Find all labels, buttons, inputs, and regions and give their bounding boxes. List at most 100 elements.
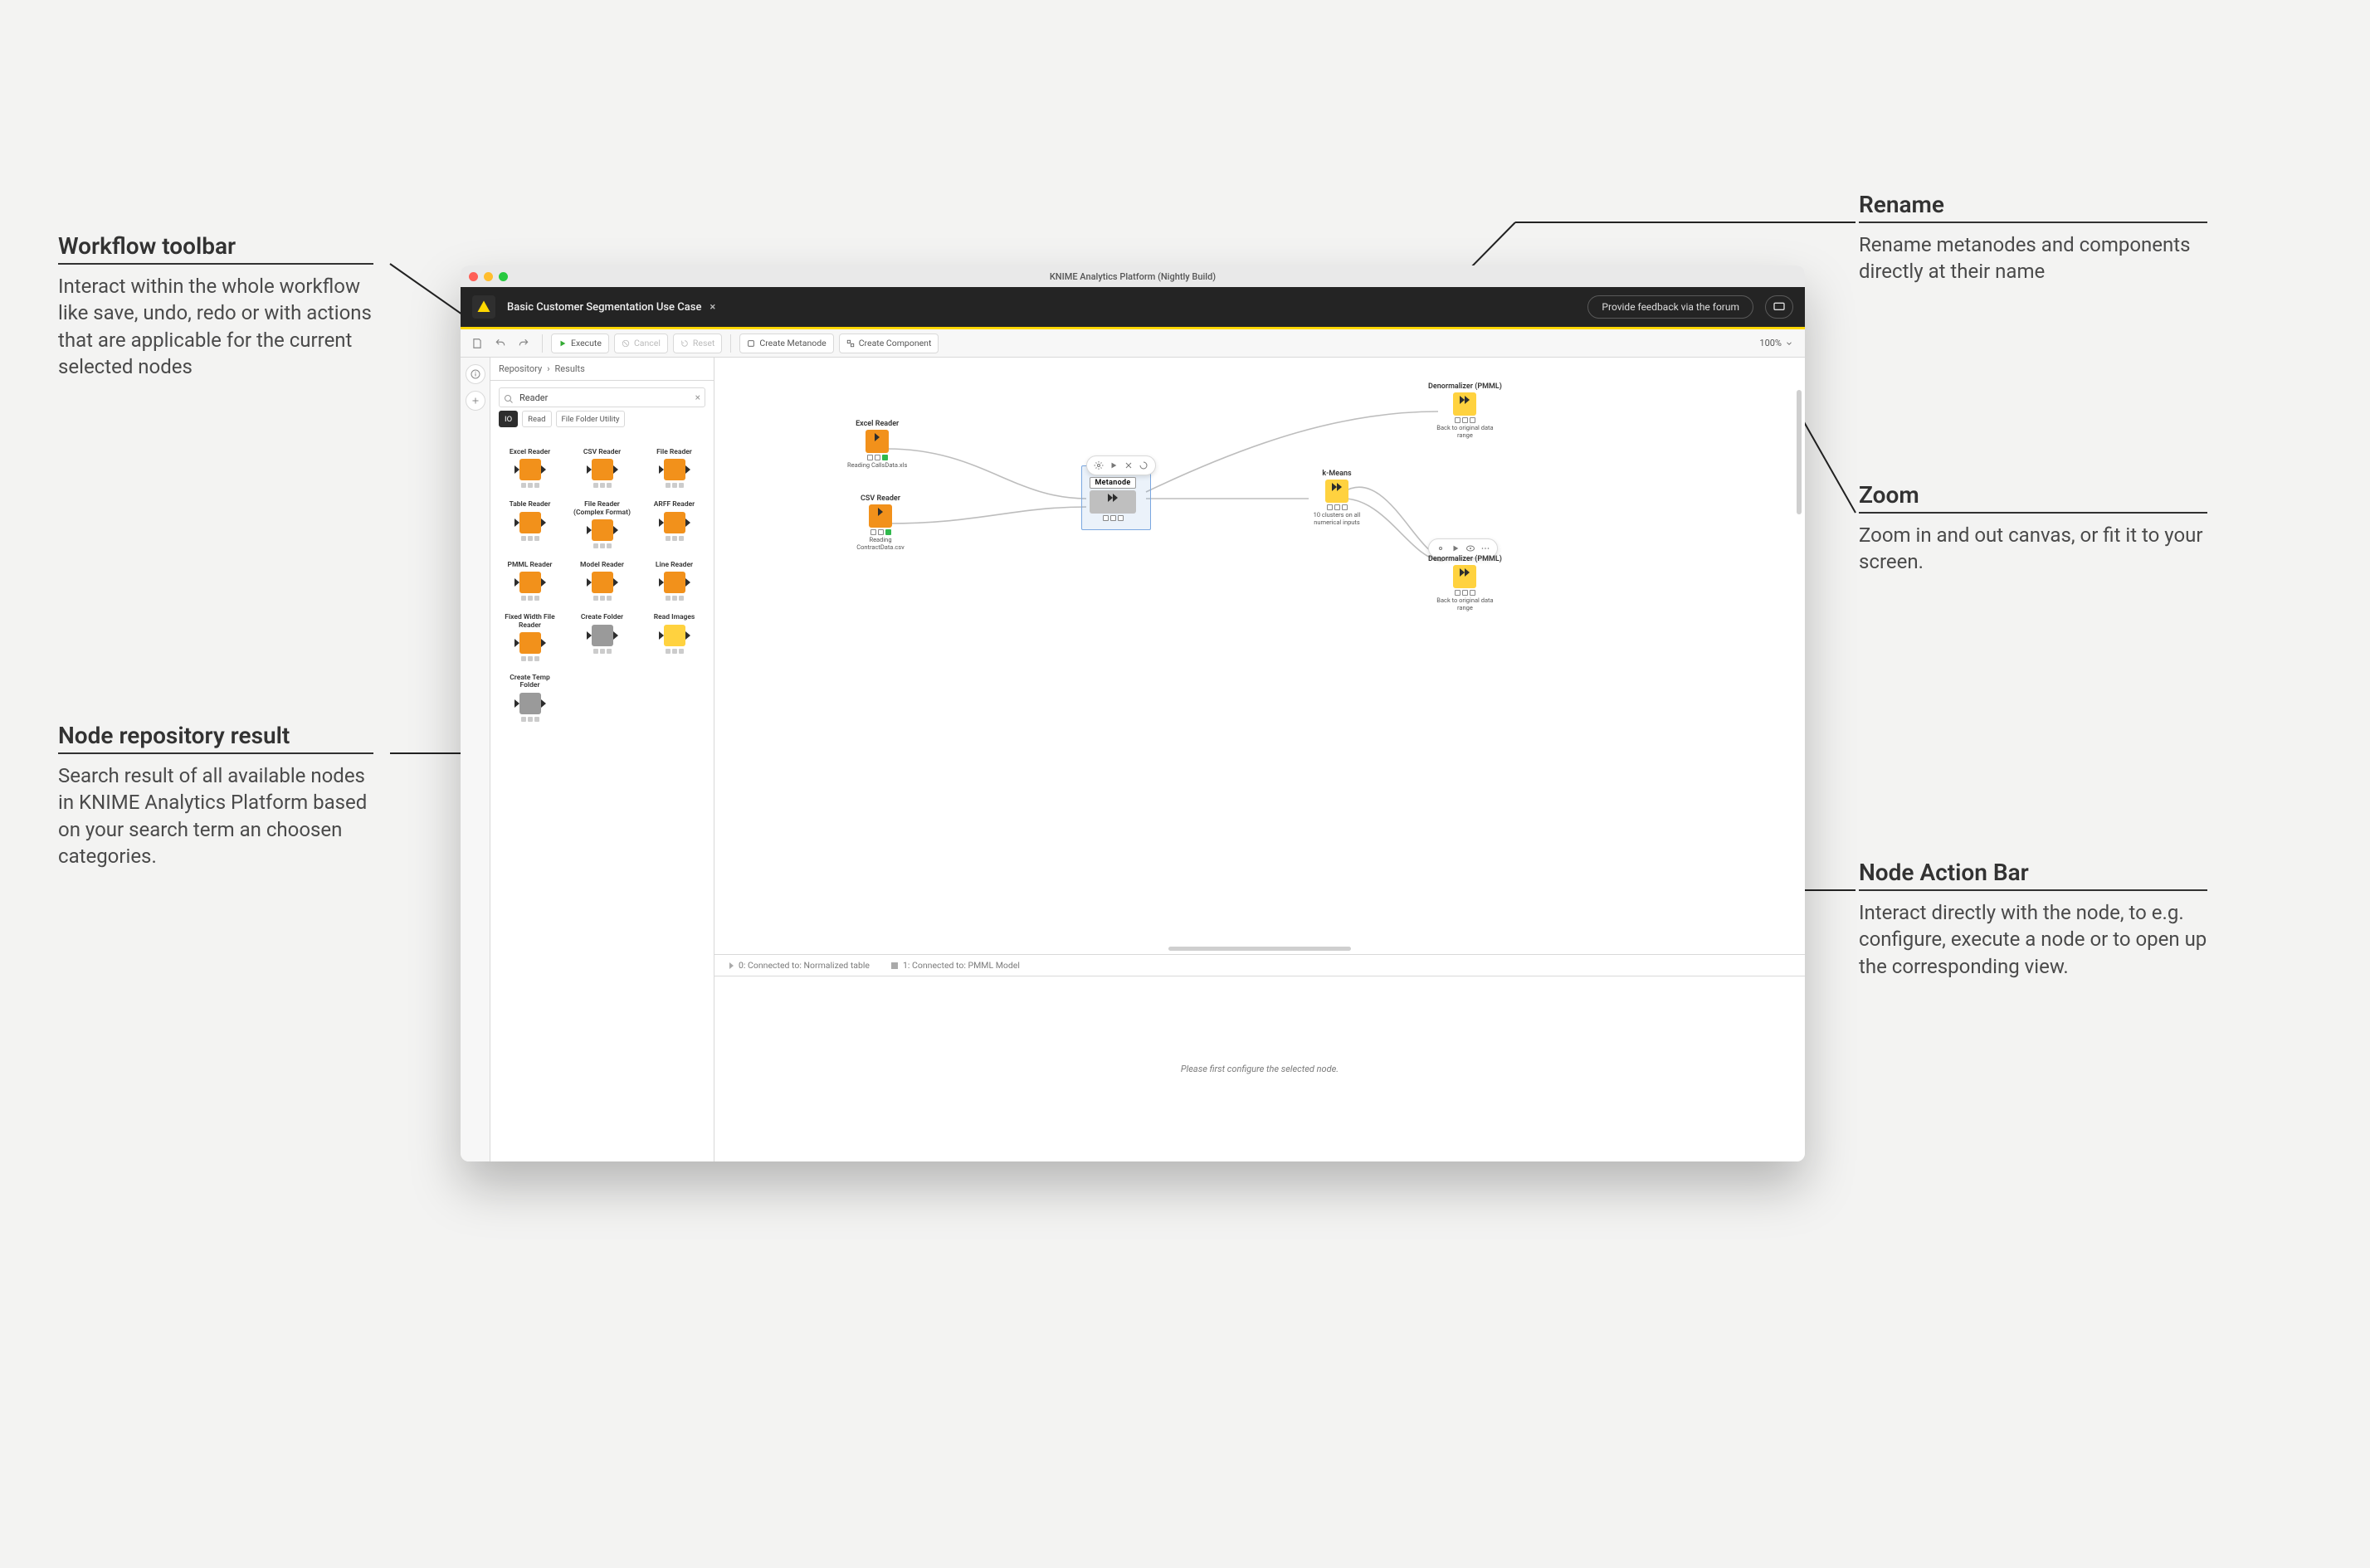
zoom-control[interactable]: 100% [1754,338,1798,348]
callout-body: Rename metanodes and components directly… [1859,231,2207,285]
action-configure[interactable] [1434,542,1447,555]
metanode-name-chip[interactable]: Metanode [1090,477,1135,489]
output-port[interactable] [875,433,880,441]
node-subtitle: 10 clusters on all numerical inputs [1304,512,1370,526]
repo-search-input[interactable] [499,387,705,407]
workflow-tab[interactable]: Basic Customer Segmentation Use Case × [507,301,715,314]
action-open-view[interactable] [1464,542,1477,555]
component-icon [846,339,855,348]
node-repository-panel: Repository › Results × IOReadFile Folder… [490,358,714,1161]
output-port[interactable] [1465,396,1470,404]
repo-node-status [521,483,539,488]
create-metanode-button[interactable]: Create Metanode [739,334,833,353]
breadcrumb-root[interactable]: Repository [499,363,542,374]
repo-node[interactable]: Create Temp Folder [495,674,564,722]
output-port[interactable] [1465,568,1470,577]
workflow-canvas[interactable]: Excel Reader Reading CallsData.xls CSV R… [714,358,1805,954]
port-tab-0[interactable]: 0: Connected to: Normalized table [729,960,870,971]
output-port [613,526,618,534]
canvas-node-metanode[interactable]: Metanode [1090,477,1136,521]
repo-node[interactable]: Read Images [640,614,709,661]
search-icon [504,392,514,407]
input-port [587,465,592,474]
repo-node-body [592,572,613,593]
action-execute[interactable] [1107,459,1120,472]
canvas-node-kmeans[interactable]: k-Means 10 clusters on all numerical inp… [1304,470,1370,526]
metanode-icon [747,339,755,348]
repo-node-name: Model Reader [580,562,624,569]
repo-node[interactable]: Fixed Width File Reader [495,614,564,661]
play-icon [558,339,567,348]
output-ports-panel: 0: Connected to: Normalized table 1: Con… [714,954,1805,1161]
node-body [1090,490,1136,514]
repo-node[interactable]: Excel Reader [495,449,564,488]
repo-node-status [593,596,612,601]
action-configure[interactable] [1092,459,1105,472]
port-tab-1-label: 1: Connected to: PMML Model [903,960,1020,971]
input-port [587,631,592,640]
output-port [541,519,546,527]
rail-add-button[interactable] [466,391,485,411]
reset-label: Reset [693,338,714,348]
input-port [659,519,664,527]
ports-tabs: 0: Connected to: Normalized table 1: Con… [714,955,1805,976]
repo-node[interactable]: Create Folder [568,614,636,661]
workflow-tab-close[interactable]: × [710,301,715,314]
left-rail [461,358,490,1161]
canvas-node-csv-reader[interactable]: CSV Reader Reading ContractData.csv [847,494,914,551]
output-port[interactable] [1337,483,1342,491]
action-more[interactable] [1479,542,1492,555]
output-port[interactable] [878,508,883,516]
canvas-node-denorm-bottom[interactable]: Denormalizer (PMML) Back to original dat… [1428,555,1502,611]
repo-node[interactable]: Model Reader [568,562,636,601]
repo-node-status [666,483,684,488]
repo-node[interactable]: Line Reader [640,562,709,601]
input-port [587,578,592,587]
clear-search-button[interactable]: × [695,392,700,403]
repo-tag[interactable]: Read [522,411,551,427]
node-title: CSV Reader [861,494,900,503]
canvas-node-excel-reader[interactable]: Excel Reader Reading CallsData.xls [847,420,907,470]
feedback-button-label: Provide feedback via the forum [1602,301,1739,313]
titlebar: KNIME Analytics Platform (Nightly Build) [461,265,1805,287]
repo-node[interactable]: PMML Reader [495,562,564,601]
canvas-node-denorm-top[interactable]: Denormalizer (PMML) Back to original dat… [1428,382,1502,439]
repo-node[interactable]: ARFF Reader [640,501,709,548]
output-port [541,465,546,474]
repo-node[interactable]: File Reader (Complex Format) [568,501,636,548]
repo-node[interactable]: Table Reader [495,501,564,548]
save-button[interactable] [467,334,487,353]
action-execute[interactable] [1449,542,1462,555]
action-cancel[interactable] [1122,459,1135,472]
cancel-button[interactable]: Cancel [614,334,668,353]
reset-button[interactable]: Reset [673,334,722,353]
output-port[interactable] [1113,494,1118,502]
repo-node-name: Create Folder [581,614,623,621]
horizontal-scrollbar[interactable] [1168,947,1351,951]
breadcrumb-leaf: Results [555,363,585,374]
repo-node[interactable]: File Reader [640,449,709,488]
main-area: Repository › Results × IOReadFile Folder… [461,358,1805,1161]
repo-tag[interactable]: IO [499,411,518,427]
feedback-button[interactable]: Provide feedback via the forum [1587,295,1753,319]
node-subtitle: Reading ContractData.csv [847,537,914,551]
repo-node-body [519,632,541,654]
port-tab-1[interactable]: 1: Connected to: PMML Model [891,960,1020,971]
undo-button[interactable] [490,334,510,353]
node-title: k-Means [1322,470,1351,478]
repo-tag[interactable]: File Folder Utility [556,411,626,427]
action-reset[interactable] [1137,459,1150,472]
app-header: Basic Customer Segmentation Use Case × P… [461,287,1805,327]
repo-node-name: PMML Reader [508,562,553,569]
repo-node[interactable]: CSV Reader [568,449,636,488]
execute-button[interactable]: Execute [551,334,609,353]
vertical-scrollbar[interactable] [1797,390,1802,514]
output-port [541,699,546,708]
zoom-value: 100% [1759,338,1782,348]
rail-info-button[interactable] [466,364,485,384]
create-component-button[interactable]: Create Component [839,334,939,353]
node-status [867,455,888,460]
repo-search: × [499,387,705,407]
presentation-mode-button[interactable] [1765,295,1793,319]
redo-button[interactable] [514,334,534,353]
